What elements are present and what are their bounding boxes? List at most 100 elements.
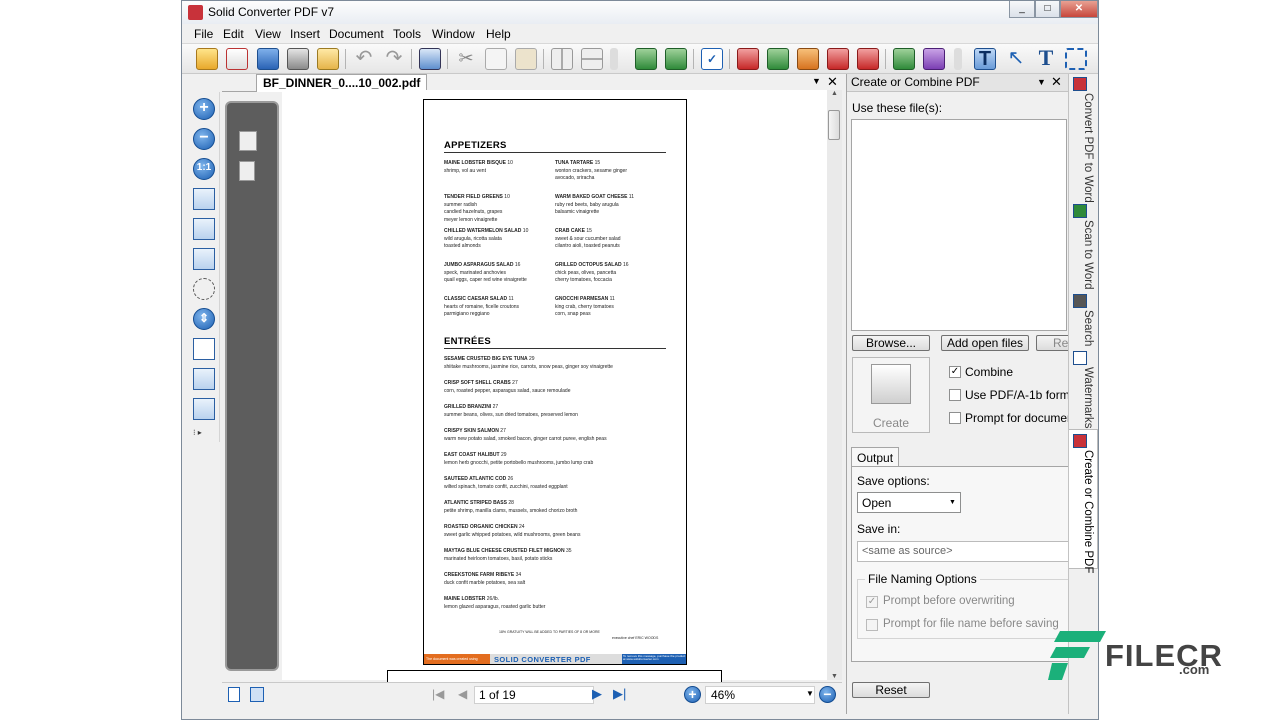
combine-checkbox[interactable]: ✓ [949,366,961,378]
menu-item-name: GNOCCHI PARMESAN [555,296,609,302]
undo-icon[interactable]: ↶ [353,48,375,70]
text-select-tool-icon[interactable]: T [974,48,996,70]
scroll-up-icon[interactable]: ▲ [827,90,842,97]
continuous-icon[interactable] [193,398,215,420]
tab-list-dropdown-icon[interactable]: ▼ [812,76,821,86]
panel-dropdown-icon[interactable]: ▼ [1037,74,1046,91]
redo-icon[interactable]: ↷ [383,48,405,70]
copy-icon[interactable] [485,48,507,70]
panel-close-icon[interactable]: ✕ [1051,73,1062,90]
tab-watermarks[interactable]: Watermarks [1072,367,1094,429]
zoom-in-icon[interactable]: + [193,98,215,120]
page-number-field[interactable]: 1 of 19 [474,686,594,704]
pointer-tool-icon[interactable]: ↖ [1005,48,1027,70]
fit-page-icon[interactable] [193,248,215,270]
toolbar-overflow-icon[interactable] [610,48,618,70]
pages-icon[interactable] [239,131,257,151]
menu-item-name: CREEKSTONE FARM RIBEYE [444,572,515,578]
remove-button[interactable]: Re [1036,335,1070,351]
scroll-icon[interactable]: ⇕ [193,308,215,330]
paste-icon[interactable] [515,48,537,70]
to-text-icon[interactable] [857,48,879,70]
save-in-field[interactable]: <same as source> [857,541,1069,562]
menu-item-name: TUNA TARTARE [555,160,594,166]
toolbar-overflow-icon-2[interactable] [954,48,962,70]
prompt-overwrite-checkbox[interactable]: ✓ [866,596,878,608]
print-icon[interactable] [287,48,309,70]
vertical-scrollbar[interactable]: ▲ ▼ [827,90,842,680]
close-button[interactable]: ✕ [1060,1,1098,18]
menu-help[interactable]: Help [486,27,511,41]
validate-icon[interactable]: ✓ [701,48,723,70]
two-page-icon[interactable] [193,368,215,390]
menu-view[interactable]: View [255,27,281,41]
page-icon[interactable] [239,161,255,181]
menu-window[interactable]: Window [432,27,475,41]
output-tab[interactable]: Output [851,447,899,467]
pdfa-checkbox[interactable] [949,389,961,401]
single-page-view-icon[interactable] [228,687,240,702]
next-page-icon[interactable]: ▶ [592,686,602,702]
prompt-document-checkbox[interactable] [949,412,961,424]
menu-item-name: CHILLED WATERMELON SALAD [444,228,522,234]
close-document-icon[interactable]: ✕ [827,74,838,90]
minimize-button[interactable]: _ [1009,1,1035,18]
email-icon[interactable] [317,48,339,70]
to-word-icon[interactable] [737,48,759,70]
rows-icon[interactable] [581,48,603,70]
to-excel-icon[interactable] [767,48,789,70]
save-options-select[interactable]: Open [857,492,961,513]
gratuity-note: 18% GRATUITY WILL BE ADDED TO PARTIES OF… [499,630,600,634]
to-pdfa-icon[interactable] [923,48,945,70]
first-page-icon[interactable]: |◀ [432,687,444,701]
overflow-chevron-icon[interactable]: ⁝ ▸ [193,428,215,438]
export-pdf-icon[interactable] [226,48,248,70]
last-page-icon[interactable]: ▶| [613,686,626,702]
tab-search[interactable]: Search [1072,310,1094,346]
search-tab-icon [1073,294,1087,308]
tab-create-or-combine-pdf[interactable]: Create or Combine PDF [1072,450,1094,573]
status-zoom-out-icon[interactable]: − [819,686,836,703]
open-icon[interactable] [196,48,218,70]
create-button[interactable]: Create [852,357,930,433]
reset-button[interactable]: Reset [852,682,930,698]
menu-insert[interactable]: Insert [290,27,320,41]
fit-height-icon[interactable] [193,218,215,240]
scroll-down-icon[interactable]: ▼ [827,673,842,680]
zoom-field[interactable]: 46% [705,686,815,704]
menu-item-name: SESAME CRUSTED BIG EYE TUNA [444,356,528,362]
fit-width-icon[interactable] [193,188,215,210]
zoom-area-icon[interactable] [193,278,215,300]
zoom-out-icon[interactable]: − [193,128,215,150]
menu-tools[interactable]: Tools [393,27,421,41]
single-page-icon[interactable] [193,338,215,360]
file-list[interactable] [851,119,1067,331]
tab-scan-to-word[interactable]: Scan to Word [1072,220,1094,289]
save-options-dropdown-icon[interactable]: ▼ [949,499,956,506]
menu-file[interactable]: File [194,27,213,41]
columns-icon[interactable] [551,48,573,70]
properties-icon[interactable] [419,48,441,70]
area-select-tool-icon[interactable] [1065,48,1087,70]
menu-edit[interactable]: Edit [223,27,244,41]
save-icon[interactable] [257,48,279,70]
maximize-button[interactable]: □ [1035,1,1060,18]
extract-icon[interactable] [635,48,657,70]
browse-button[interactable]: Browse... [852,335,930,351]
actual-size-icon[interactable]: 1:1 [193,158,215,180]
cut-icon[interactable]: ✂ [455,48,477,70]
scroll-thumb[interactable] [828,110,840,140]
menu-document[interactable]: Document [329,27,384,41]
to-html-icon[interactable] [827,48,849,70]
insert-pages-icon[interactable] [665,48,687,70]
tab-convert-pdf-to-word[interactable]: Convert PDF to Word [1072,93,1094,203]
zoom-dropdown-icon[interactable]: ▼ [806,689,814,698]
text-tool-icon[interactable]: T [1035,47,1057,70]
to-powerpoint-icon[interactable] [797,48,819,70]
status-zoom-in-icon[interactable]: + [684,686,701,703]
to-image-icon[interactable] [893,48,915,70]
previous-page-icon[interactable]: ◀ [458,687,467,701]
add-open-files-button[interactable]: Add open files [941,335,1029,351]
prompt-filename-checkbox[interactable] [866,619,878,631]
thumbnail-view-icon[interactable] [250,687,264,702]
